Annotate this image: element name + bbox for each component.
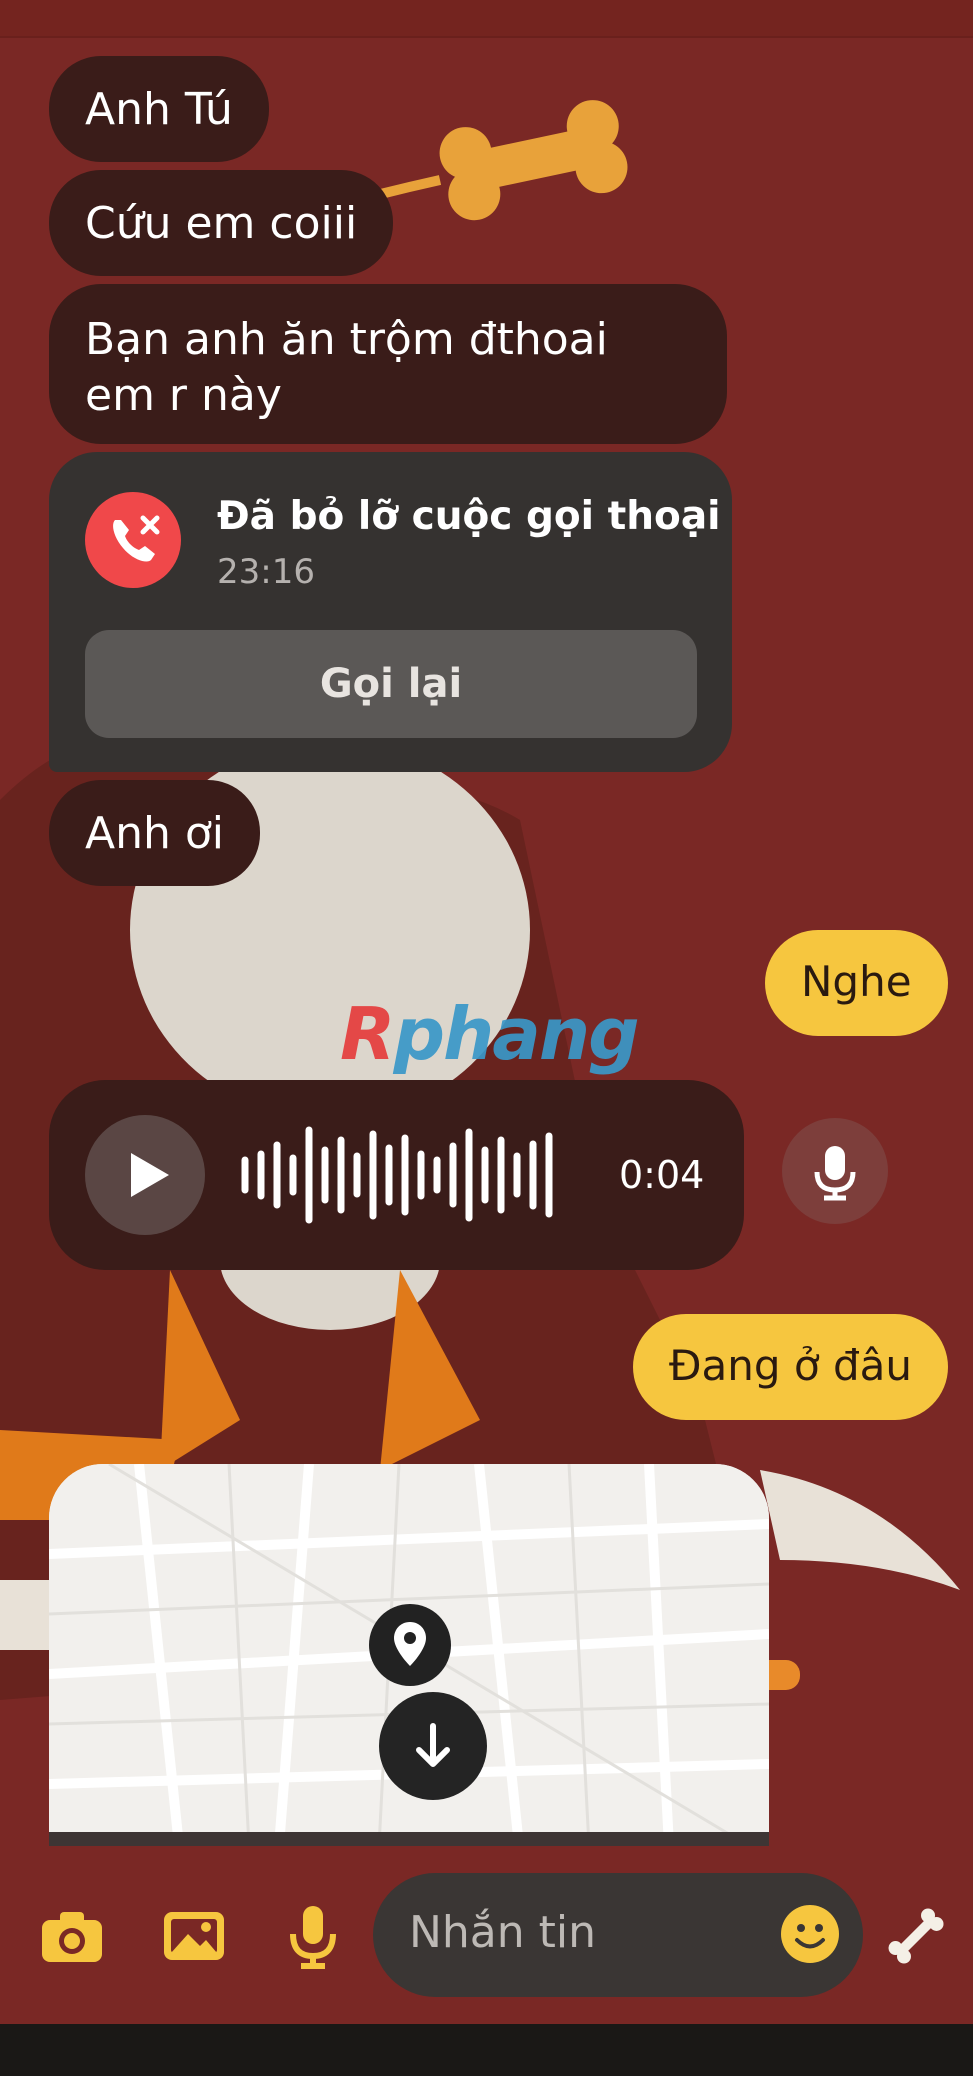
emoji-icon[interactable] (779, 1903, 841, 1965)
microphone-icon (814, 1146, 856, 1201)
call-time: 23:16 (217, 552, 315, 592)
call-back-button[interactable]: Gọi lại (85, 630, 697, 738)
message-text: Bạn anh ăn trộm đthoai em r này (85, 314, 608, 421)
message-text: Đang ở đâu (669, 1341, 912, 1390)
bone-icon (888, 1908, 944, 1964)
camera-icon (42, 1912, 102, 1962)
message-text: Cứu em coiii (85, 198, 358, 249)
play-button[interactable] (85, 1115, 205, 1235)
voice-message[interactable]: 0:04 (49, 1080, 744, 1270)
message-bubble[interactable]: Anh Tú (49, 56, 269, 162)
camera-button[interactable] (36, 1900, 108, 1972)
message-text: Anh Tú (85, 84, 233, 135)
image-icon (164, 1912, 224, 1960)
message-text: Nghe (801, 957, 912, 1006)
waveform (241, 1126, 553, 1224)
missed-call-card[interactable]: Đã bỏ lỡ cuộc gọi thoại 23:16 Gọi lại (49, 452, 732, 772)
location-pin-icon (369, 1604, 451, 1686)
call-title: Đã bỏ lỡ cuộc gọi thoại (217, 494, 721, 539)
message-bubble-outgoing[interactable]: Đang ở đâu (633, 1314, 948, 1420)
sticker-button[interactable] (880, 1900, 952, 1972)
system-navigation-bar (0, 2024, 973, 2076)
message-bubble-outgoing[interactable]: Nghe (765, 930, 948, 1036)
top-bar (0, 0, 973, 38)
voice-duration: 0:04 (619, 1153, 705, 1197)
gallery-button[interactable] (158, 1900, 230, 1972)
microphone-button[interactable] (277, 1900, 349, 1972)
message-input[interactable]: Nhắn tin (373, 1873, 863, 1997)
location-map-card[interactable] (49, 1464, 769, 1846)
map-footer (49, 1832, 769, 1846)
play-icon (131, 1153, 169, 1197)
download-arrow-icon[interactable] (379, 1692, 487, 1800)
message-bubble[interactable]: Bạn anh ăn trộm đthoai em r này (49, 284, 727, 444)
message-text: Anh ơi (85, 808, 225, 859)
message-bubble[interactable]: Cứu em coiii (49, 170, 394, 276)
message-bubble[interactable]: Anh ơi (49, 780, 261, 886)
message-input-placeholder: Nhắn tin (409, 1907, 596, 1958)
missed-call-icon (85, 492, 181, 588)
watermark-logo: Rphang (340, 992, 640, 1076)
microphone-icon (290, 1906, 336, 1969)
voice-record-button[interactable] (782, 1118, 888, 1224)
